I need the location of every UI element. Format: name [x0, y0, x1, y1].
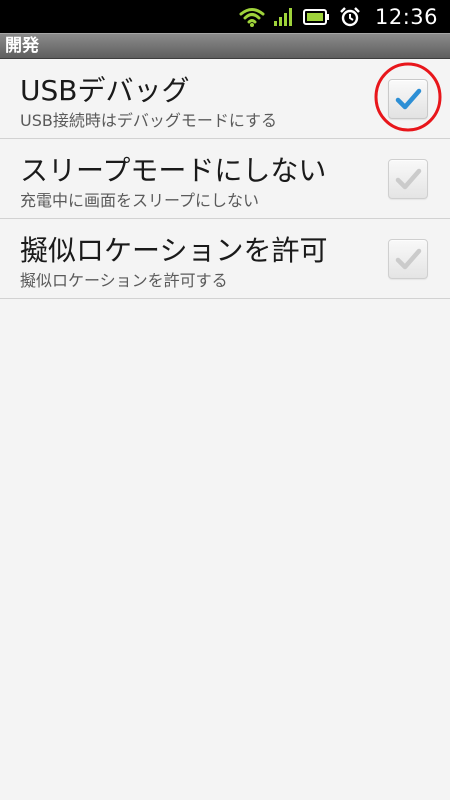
wifi-icon	[239, 7, 265, 27]
usb-debugging-checkbox[interactable]	[388, 79, 428, 119]
mock-locations-checkbox[interactable]	[388, 239, 428, 279]
setting-summary: 充電中に画面をスリープにしない	[20, 191, 260, 210]
checkmark-icon	[395, 248, 422, 270]
status-bar: 12:36	[0, 0, 450, 33]
setting-mock-locations[interactable]: 擬似ロケーションを許可 擬似ロケーションを許可する	[0, 219, 450, 299]
setting-title: 擬似ロケーションを許可	[20, 234, 328, 267]
setting-stay-awake[interactable]: スリープモードにしない 充電中に画面をスリープにしない	[0, 139, 450, 219]
signal-icon	[273, 7, 292, 26]
setting-title: スリープモードにしない	[20, 154, 327, 187]
alarm-icon	[340, 6, 360, 26]
setting-title: USBデバッグ	[20, 74, 190, 107]
checkmark-icon	[395, 168, 422, 190]
page-title: 開発	[0, 33, 450, 59]
checkmark-icon	[395, 88, 422, 110]
stay-awake-checkbox[interactable]	[388, 159, 428, 199]
setting-summary: USB接続時はデバッグモードにする	[20, 111, 278, 130]
setting-summary: 擬似ロケーションを許可する	[20, 271, 228, 290]
setting-usb-debugging[interactable]: USBデバッグ USB接続時はデバッグモードにする	[0, 59, 450, 139]
battery-icon	[302, 8, 329, 25]
settings-list: USBデバッグ USB接続時はデバッグモードにする スリープモードにしない 充電…	[0, 59, 450, 299]
status-clock: 12:36	[374, 4, 438, 29]
